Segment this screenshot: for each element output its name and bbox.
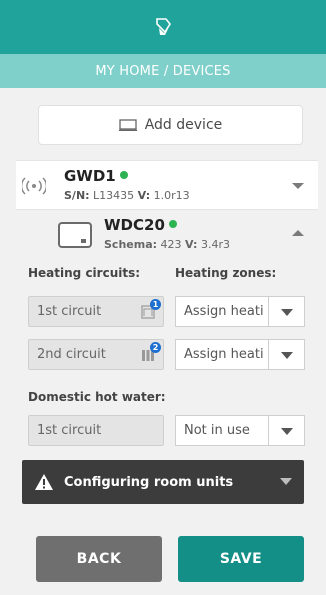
dhw-mode-value: Not in use xyxy=(175,415,269,446)
gateway-details: S/N: L13435 V: 1.0r13 xyxy=(64,189,190,202)
device-row-gateway[interactable]: GWD1 S/N: L13435 V: 1.0r13 xyxy=(16,160,318,210)
room-units-toggle[interactable]: Configuring room units xyxy=(22,460,304,504)
circuit-field-2[interactable]: 2nd circuit 2 xyxy=(28,339,164,370)
chevron-up-icon[interactable] xyxy=(292,230,304,236)
room-units-label: Configuring room units xyxy=(64,474,234,490)
dropdown-arrow-icon[interactable] xyxy=(269,339,305,370)
zone-select-1[interactable]: Assign heati xyxy=(175,296,305,327)
device-row-controller[interactable]: WDC20 Schema: 423 V: 3.4r3 xyxy=(56,210,318,258)
add-device-label: Add device xyxy=(144,117,223,133)
zone-select-value: Assign heati xyxy=(175,339,269,370)
circuit-badge: 2 xyxy=(150,342,161,353)
app-header xyxy=(0,0,326,54)
dropdown-arrow-icon[interactable] xyxy=(269,296,305,327)
tag-hand-icon xyxy=(156,18,171,35)
add-device-button[interactable]: Add device xyxy=(38,105,303,145)
heating-circuits-label: Heating circuits: xyxy=(28,266,141,280)
breadcrumb: MY HOME / DEVICES xyxy=(0,54,326,88)
chevron-down-icon[interactable] xyxy=(292,183,304,189)
status-dot xyxy=(168,220,177,228)
circuit-field-1[interactable]: 1st circuit 1 xyxy=(28,296,164,327)
heating-zones-label: Heating zones: xyxy=(175,266,277,280)
chevron-down-icon xyxy=(280,478,292,485)
status-dot xyxy=(119,171,128,179)
dropdown-arrow-icon[interactable] xyxy=(269,415,305,446)
warning-icon xyxy=(35,474,53,490)
zone-select-2[interactable]: Assign heati xyxy=(175,339,305,370)
save-button[interactable]: SAVE xyxy=(178,536,304,582)
controller-device-icon xyxy=(58,222,92,248)
dhw-label: Domestic hot water: xyxy=(28,390,166,404)
wireless-signal-icon xyxy=(22,177,46,195)
monitor-icon xyxy=(118,119,137,131)
controller-details: Schema: 423 V: 3.4r3 xyxy=(104,238,230,251)
gateway-name: GWD1 xyxy=(64,167,128,185)
circuit-badge: 1 xyxy=(150,299,161,310)
controller-name: WDC20 xyxy=(104,216,177,234)
zone-select-value: Assign heati xyxy=(175,296,269,327)
dhw-mode-select[interactable]: Not in use xyxy=(175,415,305,446)
back-button[interactable]: BACK xyxy=(36,536,162,582)
dhw-circuit-field[interactable]: 1st circuit xyxy=(28,415,164,446)
